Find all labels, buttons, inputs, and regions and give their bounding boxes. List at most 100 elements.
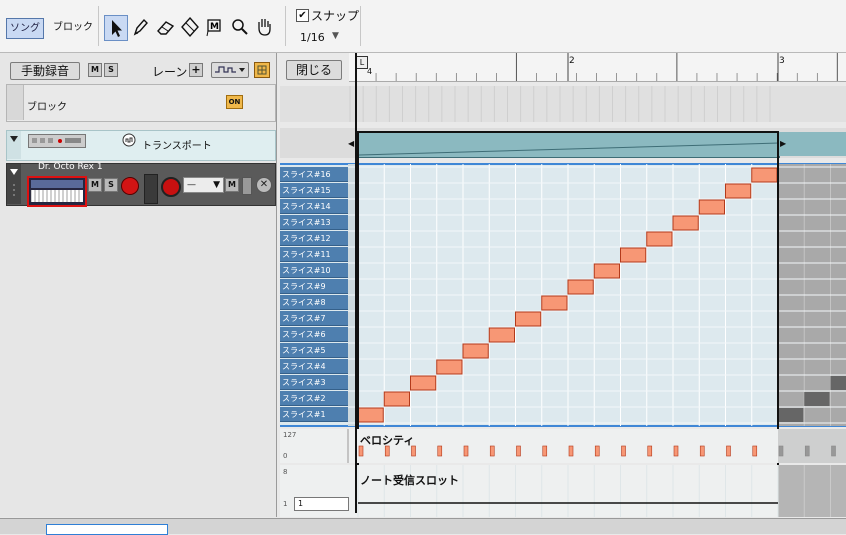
note-slice-11[interactable] bbox=[621, 248, 646, 262]
expand-arrow-icon[interactable] bbox=[7, 131, 21, 159]
waveform-icon bbox=[212, 63, 248, 77]
note-slice-13[interactable] bbox=[673, 216, 698, 230]
lane-mute-button[interactable]: M bbox=[225, 178, 239, 192]
note-slice-6[interactable] bbox=[489, 328, 514, 342]
expand-arrow-icon[interactable] bbox=[7, 164, 21, 204]
toolbar-divider bbox=[98, 6, 99, 46]
playhead[interactable] bbox=[355, 53, 357, 513]
snap-value-select[interactable]: 1/16 bbox=[300, 31, 325, 44]
velocity-bar[interactable] bbox=[438, 446, 442, 456]
triangle-down-icon bbox=[7, 131, 21, 159]
velocity-bar[interactable] bbox=[753, 446, 757, 456]
input-select[interactable]: —▼ bbox=[183, 177, 224, 193]
snap-label: スナップ bbox=[311, 7, 359, 24]
toolbar-divider bbox=[360, 6, 361, 46]
grid-icon-graphic bbox=[255, 63, 269, 77]
block-track-name: ブロック bbox=[27, 98, 67, 113]
record-button[interactable] bbox=[161, 177, 181, 197]
hand-icon[interactable] bbox=[253, 15, 275, 39]
instrument-name: Dr. Octo Rex 1 bbox=[38, 162, 103, 172]
mode-block-button[interactable]: ブロック bbox=[50, 18, 96, 37]
master-mute-button[interactable]: M bbox=[88, 63, 102, 77]
keyboard-icon[interactable] bbox=[27, 176, 87, 207]
loop-left-marker[interactable]: L bbox=[356, 56, 368, 69]
track-solo-button[interactable]: S bbox=[104, 178, 118, 192]
ruler-label-bar-2: 2 bbox=[569, 56, 575, 66]
close-editor-button[interactable]: 閉じる bbox=[286, 60, 342, 80]
grid-icon[interactable] bbox=[254, 62, 270, 78]
note-slice-4[interactable] bbox=[437, 360, 462, 374]
lane-label: レーン bbox=[152, 63, 187, 80]
velocity-bar[interactable] bbox=[727, 446, 731, 456]
note-slice-14[interactable] bbox=[699, 200, 724, 214]
note-outside-loop bbox=[831, 376, 846, 390]
magnify-icon-graphic bbox=[228, 15, 250, 39]
mode-song-button[interactable]: ソング bbox=[6, 18, 44, 39]
track-list-panel bbox=[0, 53, 277, 517]
pencil-icon-graphic bbox=[129, 15, 151, 39]
note-slice-1[interactable] bbox=[358, 408, 383, 422]
manual-record-button[interactable]: 手動録音 bbox=[10, 62, 80, 80]
note-slice-16[interactable] bbox=[752, 168, 777, 182]
metronome-icon bbox=[122, 133, 136, 147]
velocity-min-label: 0 bbox=[283, 452, 287, 460]
svg-text:M: M bbox=[210, 22, 219, 32]
transport-device-graphic bbox=[29, 135, 85, 147]
keyboard-icon-graphic bbox=[29, 178, 85, 205]
metronome-icon-graphic bbox=[122, 133, 136, 147]
note-slice-9[interactable] bbox=[568, 280, 593, 294]
note-slice-7[interactable] bbox=[516, 312, 541, 326]
block-lane-grid bbox=[280, 86, 846, 122]
ruler-ticks bbox=[349, 53, 846, 81]
note-grid[interactable] bbox=[280, 164, 846, 426]
scrollbar-thumb[interactable] bbox=[46, 524, 168, 535]
velocity-bar[interactable] bbox=[569, 446, 573, 456]
master-solo-button[interactable]: S bbox=[104, 63, 118, 77]
velocity-bar[interactable] bbox=[464, 446, 468, 456]
transport-device-icon bbox=[28, 134, 86, 148]
note-slice-3[interactable] bbox=[411, 376, 436, 390]
note-slice-2[interactable] bbox=[384, 392, 409, 406]
velocity-bar[interactable] bbox=[622, 446, 626, 456]
velocity-bar[interactable] bbox=[700, 446, 704, 456]
velocity-bar[interactable] bbox=[674, 446, 678, 456]
note-slice-12[interactable] bbox=[647, 232, 672, 246]
slot-value-field[interactable]: 1 bbox=[294, 497, 349, 511]
add-lane-button[interactable]: + bbox=[189, 63, 203, 77]
note-slice-15[interactable] bbox=[726, 184, 751, 198]
mute-tool-icon[interactable]: M bbox=[203, 15, 225, 39]
note-slice-10[interactable] bbox=[594, 264, 619, 278]
magnify-icon[interactable] bbox=[228, 15, 250, 39]
note-outside-loop bbox=[804, 392, 829, 406]
transport-clip[interactable] bbox=[358, 132, 780, 158]
transport-clip-continuation bbox=[779, 132, 846, 156]
velocity-bar[interactable] bbox=[517, 446, 521, 456]
snap-checkbox[interactable]: ✔ bbox=[296, 9, 309, 22]
pencil-icon[interactable] bbox=[129, 15, 151, 39]
eraser-icon-graphic bbox=[154, 15, 176, 39]
velocity-bar[interactable] bbox=[595, 446, 599, 456]
eraser-icon[interactable] bbox=[154, 15, 176, 39]
pointer-icon[interactable] bbox=[104, 15, 128, 41]
triangle-down-icon bbox=[7, 164, 21, 204]
slot-label: ノート受信スロット bbox=[360, 472, 459, 488]
block-on-toggle[interactable]: ON bbox=[226, 95, 243, 109]
toolbar-divider bbox=[285, 6, 286, 46]
velocity-bar[interactable] bbox=[543, 446, 547, 456]
razor-icon[interactable] bbox=[179, 15, 201, 39]
lane-fader[interactable] bbox=[242, 177, 252, 195]
note-slice-5[interactable] bbox=[463, 344, 488, 358]
chevron-down-icon[interactable]: ▼ bbox=[332, 31, 339, 41]
lane-type-select[interactable] bbox=[211, 62, 249, 78]
close-icon[interactable]: ✕ bbox=[256, 177, 272, 193]
track-mute-button[interactable]: M bbox=[88, 178, 102, 192]
velocity-label: ベロシティ bbox=[360, 432, 414, 448]
input-select-value: — bbox=[187, 180, 196, 190]
velocity-bar[interactable] bbox=[490, 446, 494, 456]
ruler-label-bar-3: 3 bbox=[779, 56, 785, 66]
note-slice-8[interactable] bbox=[542, 296, 567, 310]
record-enable-button[interactable] bbox=[121, 177, 139, 195]
track-handle[interactable] bbox=[144, 174, 158, 204]
note-outside-loop bbox=[778, 408, 803, 422]
velocity-bar[interactable] bbox=[648, 446, 652, 456]
